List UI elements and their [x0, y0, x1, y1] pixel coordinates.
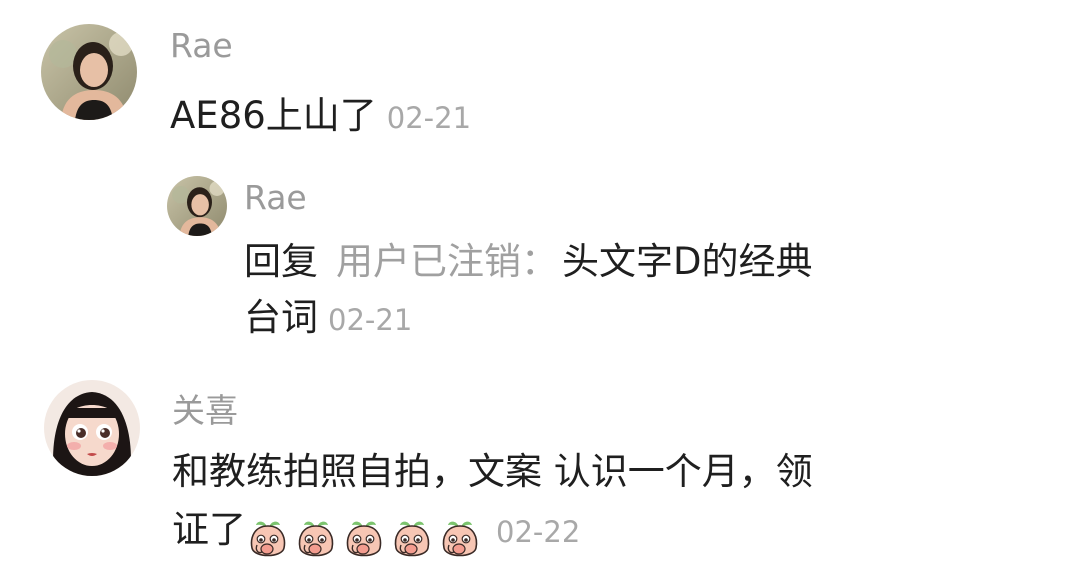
comment-username[interactable]: 关喜 — [172, 384, 238, 432]
comment-text: 和教练拍照自拍，文案 认识一个月，领 — [172, 450, 813, 493]
comment-timestamp: 02-22 — [496, 515, 581, 549]
avatar-photo-icon — [41, 24, 137, 120]
reply-prefix: 回复 — [244, 240, 318, 283]
user-avatar[interactable] — [167, 176, 227, 236]
reply-target-user[interactable]: 用户已注销 — [336, 240, 521, 283]
reply-text: 头文字D的经典 — [562, 240, 813, 283]
reply-text-continued: 台词 — [244, 296, 318, 339]
comment-text-line2: 证了 02-22 — [172, 504, 580, 564]
peach-emoji-icon — [298, 521, 334, 556]
peach-emoji-icon — [394, 521, 430, 556]
peach-emoji-icon — [346, 521, 382, 556]
reply-username[interactable]: Rae — [244, 178, 307, 217]
comment-text-line1: 和教练拍照自拍，文案 认识一个月，领 — [172, 446, 813, 498]
comment-item[interactable]: Rae AE86上山了 02-21 — [0, 0, 1076, 150]
peach-emoji-icon — [250, 521, 286, 556]
user-avatar[interactable] — [44, 380, 140, 476]
reply-separator: ： — [521, 240, 558, 283]
comment-timestamp: 02-21 — [386, 101, 472, 135]
comment-text-continued: 证了 — [172, 508, 246, 551]
cartoon-girl-avatar-icon — [44, 380, 140, 476]
comment-text: AE86上山了 — [170, 94, 377, 137]
user-avatar[interactable] — [41, 24, 137, 120]
reply-text-line2: 台词 02-21 — [244, 292, 412, 346]
reply-item[interactable]: Rae 回复 用户已注销： 头文字D的经典 台词 02-21 — [0, 160, 1076, 350]
comment-text-block: AE86上山了 02-21 — [170, 90, 471, 144]
avatar-photo-icon — [167, 176, 227, 236]
emoji-row — [246, 512, 486, 564]
reply-timestamp: 02-21 — [328, 303, 413, 337]
peach-emoji-icon — [442, 521, 478, 556]
comment-item[interactable]: 关喜 和教练拍照自拍，文案 认识一个月，领 证了 02-22 — [0, 370, 1076, 570]
comment-username[interactable]: Rae — [170, 26, 233, 65]
reply-text-line1: 回复 用户已注销： 头文字D的经典 — [244, 236, 813, 288]
